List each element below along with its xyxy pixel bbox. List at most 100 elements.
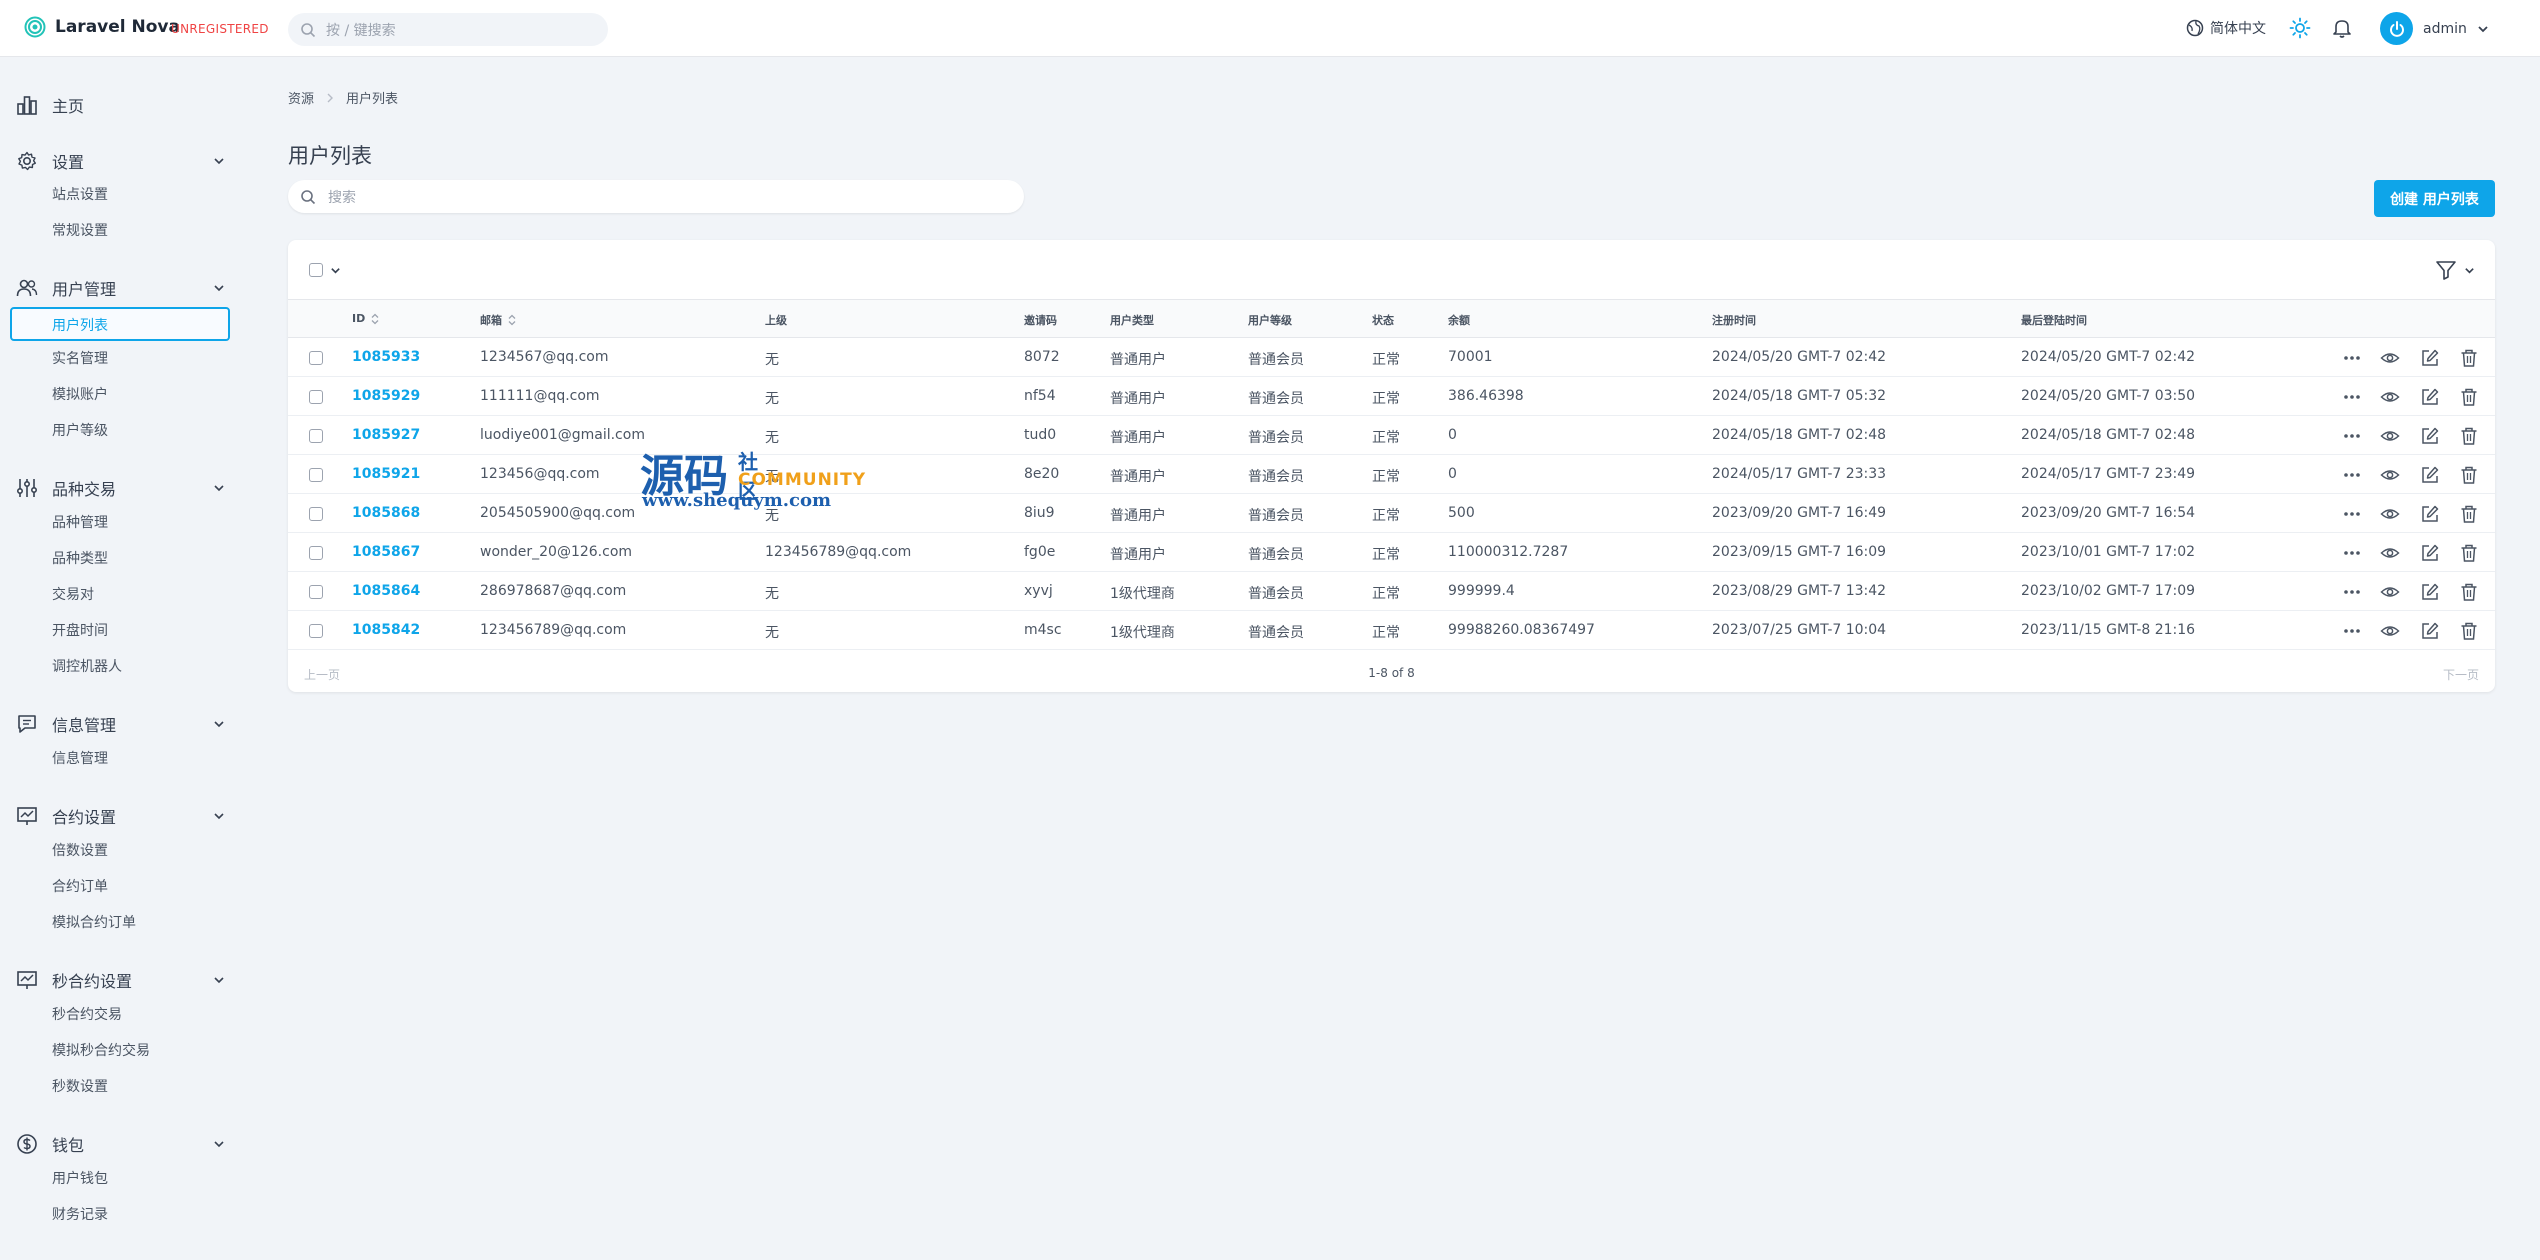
column-id[interactable]: ID bbox=[352, 312, 379, 325]
row-checkbox[interactable] bbox=[309, 624, 323, 638]
sidebar-item-messages[interactable]: 信息管理 bbox=[52, 749, 108, 769]
theme-toggle-icon[interactable] bbox=[2289, 17, 2311, 39]
cell-id[interactable]: 1085842 bbox=[352, 622, 420, 638]
row-checkbox[interactable] bbox=[309, 468, 323, 482]
cell-id[interactable]: 1085927 bbox=[352, 427, 420, 443]
table-row[interactable]: 1085868 2054505900@qq.com 无 8iu9 普通用户 普通会员 正常 5… bbox=[288, 494, 2495, 533]
table-row[interactable]: 1085933 1234567@qq.com 无 8072 普通用户 普通会员 正常 7000… bbox=[288, 338, 2495, 377]
row-checkbox[interactable] bbox=[309, 585, 323, 599]
cell-id[interactable]: 1085933 bbox=[352, 349, 420, 365]
global-search-input[interactable]: 按 / 键搜索 bbox=[288, 13, 608, 46]
sidebar-item-user-wallets[interactable]: 用户钱包 bbox=[52, 1169, 108, 1189]
view-eye-icon[interactable] bbox=[2380, 504, 2400, 528]
more-actions-icon[interactable] bbox=[2342, 387, 2362, 411]
row-checkbox[interactable] bbox=[309, 390, 323, 404]
view-eye-icon[interactable] bbox=[2380, 621, 2400, 645]
sidebar-item-demo-second-contract[interactable]: 模拟秒合约交易 bbox=[52, 1041, 150, 1061]
next-page-button[interactable]: 下一页 bbox=[2443, 666, 2479, 683]
more-actions-icon[interactable] bbox=[2342, 504, 2362, 528]
chevron-down-icon[interactable] bbox=[2464, 265, 2475, 276]
sidebar-group-second-contracts[interactable]: 秒合约设置 bbox=[16, 967, 226, 993]
table-row[interactable]: 1085842 123456789@qq.com 无 m4sc 1级代理商 普通会员 正常 9… bbox=[288, 611, 2495, 650]
sidebar-item-product-types[interactable]: 品种类型 bbox=[52, 549, 108, 569]
delete-trash-icon[interactable] bbox=[2459, 504, 2479, 528]
cell-id[interactable]: 1085864 bbox=[352, 583, 420, 599]
delete-trash-icon[interactable] bbox=[2459, 465, 2479, 489]
edit-icon[interactable] bbox=[2420, 543, 2440, 567]
sidebar-item-opening-hours[interactable]: 开盘时间 bbox=[52, 621, 108, 641]
sidebar-item-site-settings[interactable]: 站点设置 bbox=[52, 185, 108, 205]
row-checkbox[interactable] bbox=[309, 429, 323, 443]
table-row[interactable]: 1085867 wonder_20@126.com 123456789@qq.com… bbox=[288, 533, 2495, 572]
edit-icon[interactable] bbox=[2420, 387, 2440, 411]
sidebar-group-settings[interactable]: 设置 bbox=[16, 148, 226, 174]
more-actions-icon[interactable] bbox=[2342, 543, 2362, 567]
breadcrumb-item-resources[interactable]: 资源 bbox=[288, 88, 314, 107]
sidebar-item-seconds-settings[interactable]: 秒数设置 bbox=[52, 1077, 108, 1097]
cell-id[interactable]: 1085929 bbox=[352, 388, 420, 404]
more-actions-icon[interactable] bbox=[2342, 582, 2362, 606]
sidebar-item-products[interactable]: 品种管理 bbox=[52, 513, 108, 533]
view-eye-icon[interactable] bbox=[2380, 348, 2400, 372]
delete-trash-icon[interactable] bbox=[2459, 348, 2479, 372]
delete-trash-icon[interactable] bbox=[2459, 621, 2479, 645]
more-actions-icon[interactable] bbox=[2342, 465, 2362, 489]
sidebar-item-trading-pairs[interactable]: 交易对 bbox=[52, 585, 94, 605]
create-user-button[interactable]: 创建 用户列表 bbox=[2374, 180, 2495, 217]
sidebar-item-second-contract-trades[interactable]: 秒合约交易 bbox=[52, 1005, 122, 1025]
user-menu[interactable]: admin bbox=[2380, 12, 2489, 45]
sidebar-item-contract-orders[interactable]: 合约订单 bbox=[52, 877, 108, 897]
delete-trash-icon[interactable] bbox=[2459, 582, 2479, 606]
sidebar-item-finance-records[interactable]: 财务记录 bbox=[52, 1205, 108, 1225]
sidebar-item-multiplier[interactable]: 倍数设置 bbox=[52, 841, 108, 861]
view-eye-icon[interactable] bbox=[2380, 543, 2400, 567]
edit-icon[interactable] bbox=[2420, 504, 2440, 528]
table-row[interactable]: 1085927 luodiye001@gmail.com 无 tud0 普通用户 普通会员… bbox=[288, 416, 2495, 455]
delete-trash-icon[interactable] bbox=[2459, 387, 2479, 411]
table-row[interactable]: 1085929 111111@qq.com 无 nf54 普通用户 普通会员 正常 386.4… bbox=[288, 377, 2495, 416]
language-switcher[interactable]: 简体中文 bbox=[2186, 18, 2266, 38]
edit-icon[interactable] bbox=[2420, 348, 2440, 372]
notifications-bell-icon[interactable] bbox=[2331, 17, 2353, 39]
delete-trash-icon[interactable] bbox=[2459, 543, 2479, 567]
row-checkbox[interactable] bbox=[309, 546, 323, 560]
more-actions-icon[interactable] bbox=[2342, 348, 2362, 372]
sidebar-group-wallet[interactable]: 钱包 bbox=[16, 1131, 226, 1157]
filter-icon[interactable] bbox=[2435, 259, 2457, 281]
sidebar-group-trading[interactable]: 品种交易 bbox=[16, 475, 226, 501]
cell-id[interactable]: 1085921 bbox=[352, 466, 420, 482]
sidebar-group-contracts[interactable]: 合约设置 bbox=[16, 803, 226, 829]
sidebar-item-kyc[interactable]: 实名管理 bbox=[52, 349, 108, 369]
logo[interactable]: Laravel Nova bbox=[24, 16, 180, 38]
sidebar-group-user-management[interactable]: 用户管理 bbox=[16, 275, 226, 301]
edit-icon[interactable] bbox=[2420, 465, 2440, 489]
cell-id[interactable]: 1085868 bbox=[352, 505, 420, 521]
sidebar-item-demo-accounts[interactable]: 模拟账户 bbox=[52, 385, 108, 405]
view-eye-icon[interactable] bbox=[2380, 387, 2400, 411]
edit-icon[interactable] bbox=[2420, 426, 2440, 450]
sidebar-item-home[interactable]: 主页 bbox=[16, 92, 226, 118]
row-checkbox[interactable] bbox=[309, 507, 323, 521]
sidebar-group-messages[interactable]: 信息管理 bbox=[16, 711, 226, 737]
cell-id[interactable]: 1085867 bbox=[352, 544, 420, 560]
resource-search-input[interactable]: 搜索 bbox=[288, 180, 1024, 213]
view-eye-icon[interactable] bbox=[2380, 465, 2400, 489]
select-all-checkbox[interactable] bbox=[309, 263, 323, 277]
more-actions-icon[interactable] bbox=[2342, 426, 2362, 450]
table-row[interactable]: 1085921 123456@qq.com 无 8e20 普通用户 普通会员 正常 0 2024… bbox=[288, 455, 2495, 494]
sidebar-item-demo-contract-orders[interactable]: 模拟合约订单 bbox=[52, 913, 136, 933]
edit-icon[interactable] bbox=[2420, 621, 2440, 645]
chevron-down-icon[interactable] bbox=[330, 265, 341, 276]
sidebar-item-user-list[interactable]: 用户列表 bbox=[10, 307, 230, 341]
sidebar-item-general-settings[interactable]: 常规设置 bbox=[52, 221, 108, 241]
view-eye-icon[interactable] bbox=[2380, 582, 2400, 606]
table-row[interactable]: 1085864 286978687@qq.com 无 xyvj 1级代理商 普通会员 正常 9… bbox=[288, 572, 2495, 611]
row-checkbox[interactable] bbox=[309, 351, 323, 365]
column-email[interactable]: 邮箱 bbox=[480, 312, 516, 328]
edit-icon[interactable] bbox=[2420, 582, 2440, 606]
view-eye-icon[interactable] bbox=[2380, 426, 2400, 450]
sidebar-item-control-robot[interactable]: 调控机器人 bbox=[52, 657, 122, 677]
delete-trash-icon[interactable] bbox=[2459, 426, 2479, 450]
more-actions-icon[interactable] bbox=[2342, 621, 2362, 645]
sidebar-item-user-levels[interactable]: 用户等级 bbox=[52, 421, 108, 441]
